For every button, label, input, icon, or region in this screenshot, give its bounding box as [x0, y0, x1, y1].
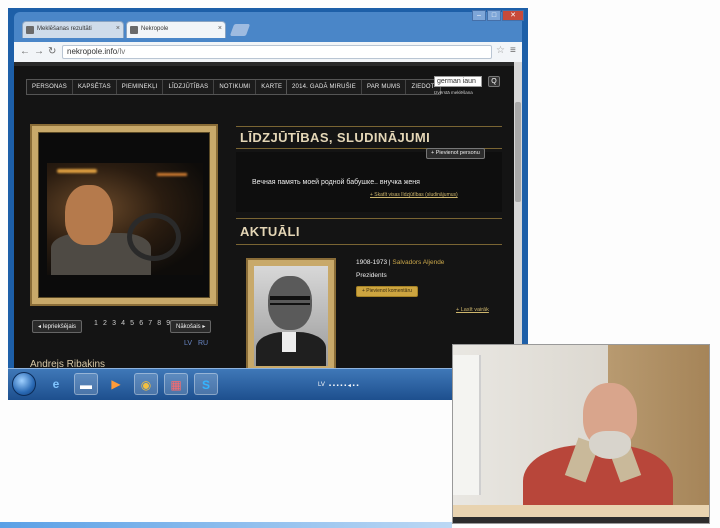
menu-icon[interactable]: ≡ [510, 45, 516, 56]
main-nav: PERSONAS KAPSĒTAS PIEMINEKĻI LĪDZJŪTĪBAS… [26, 79, 289, 95]
person-photo-frame [30, 124, 218, 306]
language-indicator[interactable]: LV [318, 382, 325, 388]
divider [236, 244, 502, 245]
condolences-title: LĪDZJŪTĪBAS, SLUDINĀJUMI [240, 130, 431, 145]
person-name[interactable]: Andrejs Ribakins [30, 359, 105, 368]
reload-icon[interactable]: ↻ [48, 46, 56, 58]
news-dates: 1908-1973 | Salvadors Aljende [356, 259, 444, 266]
folder-icon[interactable]: ▬ [74, 373, 98, 395]
condolence-message: Вечная память моей родной бабушке.. внуч… [252, 179, 420, 186]
news-role: Prezidents [356, 272, 387, 279]
nav-item-2014[interactable]: 2014. GADĀ MIRUŠIE [287, 80, 362, 94]
url-host: nekropole.info [67, 47, 118, 56]
skype-icon[interactable]: S [194, 373, 218, 395]
search-icon[interactable]: Q [488, 76, 500, 87]
read-more-link[interactable]: + Lasīt vairāk [456, 307, 489, 313]
tab-search-results[interactable]: Meklēšanas rezultāti × [22, 21, 124, 38]
nav-item-kapsetas[interactable]: KAPSĒTAS [73, 80, 117, 94]
website-page: PERSONAS KAPSĒTAS PIEMINEKĻI LĪDZJŪTĪBAS… [14, 62, 522, 368]
news-title: AKTUĀLI [240, 224, 300, 239]
ie-icon[interactable]: e [44, 373, 68, 395]
add-comment-button[interactable]: + Pievienot komentāru [356, 286, 418, 297]
video-progress-strip [0, 522, 452, 528]
news-portrait[interactable] [254, 266, 328, 366]
tab-strip: Meklēšanas rezultāti × Nekropole × [16, 18, 468, 38]
news-portrait-frame [246, 258, 336, 368]
nav-item-lidzjutibas[interactable]: LĪDZJŪTĪBAS [163, 80, 215, 94]
address-bar[interactable]: nekropole.info/lv [62, 45, 492, 59]
page-icon [130, 26, 138, 34]
chrome-icon[interactable]: ◉ [134, 373, 158, 395]
nav-item-piemineklI[interactable]: PIEMINEKĻI [117, 80, 164, 94]
screen-recording: Meklēšanas rezultāti × Nekropole × – □ ✕… [0, 0, 720, 528]
tab-nekropole[interactable]: Nekropole × [126, 21, 226, 38]
site-top-strip [14, 62, 522, 66]
start-button[interactable] [12, 372, 36, 396]
nav-item-notikumi[interactable]: NOTIKUMI [214, 80, 257, 94]
secondary-nav: 2014. GADĀ MIRUŠIE PAR MUMS ZIEDOT [286, 79, 441, 95]
tray-icons[interactable]: ▪ ▪ ▪ ▪ ▪ ◂ ▪ ▪ [329, 382, 359, 389]
back-arrow-icon[interactable]: ← [20, 46, 30, 58]
close-icon[interactable]: × [218, 25, 222, 32]
forward-arrow-icon[interactable]: → [34, 46, 44, 58]
all-condolences-link[interactable]: + Skatīt visas līdzjūtības (sludinājumus… [370, 192, 458, 198]
system-tray: LV ▪ ▪ ▪ ▪ ▪ ◂ ▪ ▪ [318, 379, 468, 391]
taskbar: e ▬ ▶ ◉ ▦ S LV ▪ ▪ ▪ ▪ ▪ ◂ ▪ ▪ [8, 368, 528, 400]
maximize-button[interactable]: □ [487, 10, 501, 21]
next-button[interactable]: Nākošais ▸ [170, 320, 212, 333]
page-icon [26, 26, 34, 34]
new-tab-button[interactable] [229, 24, 251, 36]
tab-label: Nekropole [141, 26, 169, 32]
close-window-button[interactable]: ✕ [502, 10, 524, 21]
scroll-thumb[interactable] [515, 102, 521, 202]
news-years: 1908-1973 | [356, 259, 393, 266]
language-switch[interactable]: LV RU [184, 340, 208, 347]
desktop-screen: Meklēšanas rezultāti × Nekropole × – □ ✕… [8, 8, 528, 400]
previous-button[interactable]: ◂ Iepriekšējais [32, 320, 83, 333]
tab-label: Meklēšanas rezultāti [37, 26, 92, 32]
site-search-input[interactable]: german iaun [434, 76, 482, 87]
nav-item-par-mums[interactable]: PAR MUMS [362, 80, 407, 94]
close-icon[interactable]: × [116, 25, 120, 32]
minimize-button[interactable]: – [472, 10, 486, 21]
webcam-overlay [452, 344, 710, 524]
browser-toolbar: ← → ↻ nekropole.info/lv ☆ ≡ [14, 42, 522, 62]
bookmark-star-icon[interactable]: ☆ [496, 45, 505, 56]
advanced-search-link[interactable]: Izvērstā meklēšana [434, 90, 473, 95]
add-person-button[interactable]: + Pievienot personu [426, 148, 485, 159]
nav-item-karte[interactable]: KARTE [256, 80, 287, 94]
nav-item-personas[interactable]: PERSONAS [27, 80, 73, 94]
url-path: /lv [117, 47, 126, 56]
divider [236, 218, 502, 219]
person-photo[interactable] [47, 163, 203, 275]
divider [236, 126, 502, 127]
photo-mat [38, 132, 210, 298]
window-controls: – □ ✕ [472, 10, 524, 21]
page-scrollbar[interactable] [514, 62, 522, 368]
apps-icon[interactable]: ▦ [164, 373, 188, 395]
media-icon[interactable]: ▶ [104, 373, 128, 395]
news-person-link[interactable]: Salvadors Aljende [392, 259, 444, 266]
